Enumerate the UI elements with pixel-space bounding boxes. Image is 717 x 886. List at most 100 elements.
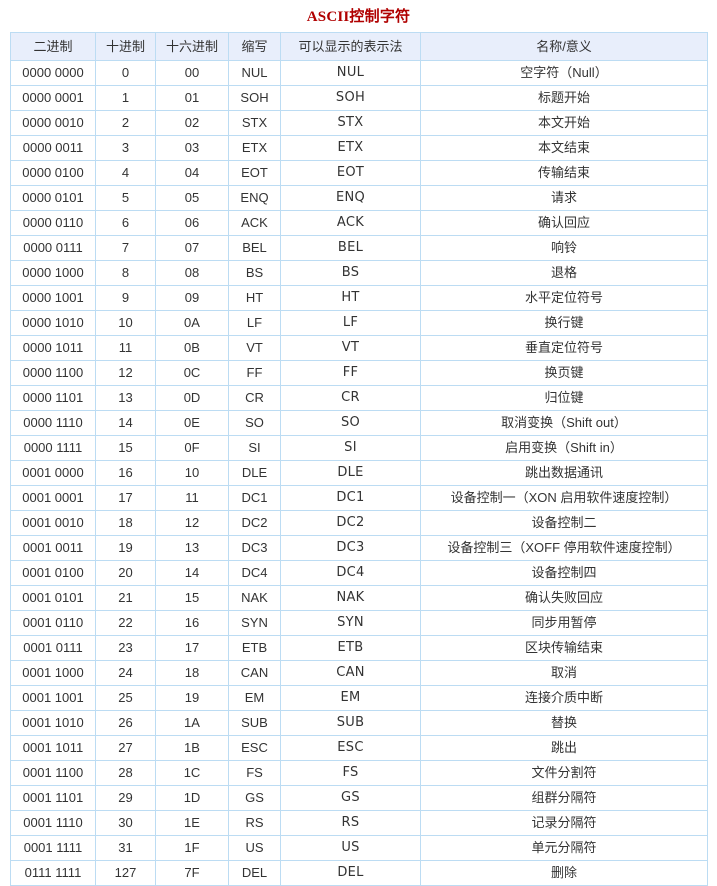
cell-abbr: ETB — [228, 635, 281, 661]
table-row: 0000 0100 4 04 EOT EOT 传输结束 — [10, 160, 708, 186]
cell-binary: 0001 0010 — [10, 510, 96, 536]
cell-decimal: 24 — [95, 660, 156, 686]
cell-binary: 0000 1101 — [10, 385, 96, 411]
cell-decimal: 22 — [95, 610, 156, 636]
cell-hex: 17 — [155, 635, 229, 661]
cell-abbr: DC3 — [228, 535, 281, 561]
table-row: 0001 0010 18 12 DC2 DC2 设备控制二 — [10, 510, 708, 536]
cell-hex: 1D — [155, 785, 229, 811]
column-header-abbr: 缩写 — [228, 32, 281, 61]
cell-decimal: 30 — [95, 810, 156, 836]
cell-abbr: DLE — [228, 460, 281, 486]
cell-display: SUB — [280, 710, 421, 736]
cell-display: FS — [280, 760, 421, 786]
cell-display: DC4 — [280, 560, 421, 586]
cell-display: GS — [280, 785, 421, 811]
cell-hex: 19 — [155, 685, 229, 711]
cell-hex: 14 — [155, 560, 229, 586]
cell-name: 同步用暂停 — [420, 610, 708, 636]
table-row: 0001 1100 28 1C FS FS 文件分割符 — [10, 760, 708, 786]
cell-hex: 15 — [155, 585, 229, 611]
cell-binary: 0001 1111 — [10, 835, 96, 861]
table-row: 0001 1000 24 18 CAN CAN 取消 — [10, 660, 708, 686]
table-row: 0000 0000 0 00 NUL NUL 空字符（Null） — [10, 60, 708, 86]
cell-display: ETX — [280, 135, 421, 161]
cell-name: 取消变换（Shift out） — [420, 410, 708, 436]
cell-display: CR — [280, 385, 421, 411]
cell-abbr: FF — [228, 360, 281, 386]
cell-decimal: 3 — [95, 135, 156, 161]
cell-name: 空字符（Null） — [420, 60, 708, 86]
table-row: 0000 0101 5 05 ENQ ENQ 请求 — [10, 185, 708, 211]
cell-name: 区块传输结束 — [420, 635, 708, 661]
table-row: 0000 0001 1 01 SOH SOH 标题开始 — [10, 85, 708, 111]
cell-decimal: 14 — [95, 410, 156, 436]
cell-abbr: DC4 — [228, 560, 281, 586]
cell-display: DC2 — [280, 510, 421, 536]
cell-decimal: 19 — [95, 535, 156, 561]
cell-hex: 12 — [155, 510, 229, 536]
table-row: 0001 1001 25 19 EM EM 连接介质中断 — [10, 685, 708, 711]
cell-decimal: 12 — [95, 360, 156, 386]
cell-name: 换页键 — [420, 360, 708, 386]
cell-display: RS — [280, 810, 421, 836]
cell-binary: 0000 1100 — [10, 360, 96, 386]
cell-hex: 0F — [155, 435, 229, 461]
cell-hex: 1C — [155, 760, 229, 786]
cell-display: ETB — [280, 635, 421, 661]
column-header-display: 可以显示的表示法 — [280, 32, 421, 61]
cell-display: DC3 — [280, 535, 421, 561]
cell-display: SI — [280, 435, 421, 461]
cell-binary: 0001 1000 — [10, 660, 96, 686]
cell-decimal: 18 — [95, 510, 156, 536]
table-row: 0000 1110 14 0E SO SO 取消变换（Shift out） — [10, 410, 708, 436]
cell-display: DC1 — [280, 485, 421, 511]
table-row: 0000 1111 15 0F SI SI 启用变换（Shift in） — [10, 435, 708, 461]
cell-abbr: ENQ — [228, 185, 281, 211]
cell-hex: 0A — [155, 310, 229, 336]
cell-hex: 0D — [155, 385, 229, 411]
cell-hex: 03 — [155, 135, 229, 161]
cell-binary: 0000 0111 — [10, 235, 96, 261]
cell-abbr: CR — [228, 385, 281, 411]
cell-hex: 10 — [155, 460, 229, 486]
cell-abbr: ESC — [228, 735, 281, 761]
cell-decimal: 10 — [95, 310, 156, 336]
cell-name: 连接介质中断 — [420, 685, 708, 711]
cell-decimal: 31 — [95, 835, 156, 861]
cell-hex: 07 — [155, 235, 229, 261]
table-row: 0001 0100 20 14 DC4 DC4 设备控制四 — [10, 560, 708, 586]
cell-abbr: ETX — [228, 135, 281, 161]
cell-binary: 0001 1011 — [10, 735, 96, 761]
table-row: 0001 1110 30 1E RS RS 记录分隔符 — [10, 810, 708, 836]
cell-binary: 0001 0110 — [10, 610, 96, 636]
table-row: 0000 1010 10 0A LF LF 换行键 — [10, 310, 708, 336]
cell-name: 响铃 — [420, 235, 708, 261]
cell-binary: 0001 1101 — [10, 785, 96, 811]
cell-binary: 0000 1010 — [10, 310, 96, 336]
cell-binary: 0001 0001 — [10, 485, 96, 511]
cell-binary: 0000 0001 — [10, 85, 96, 111]
cell-binary: 0000 0010 — [10, 110, 96, 136]
cell-name: 取消 — [420, 660, 708, 686]
cell-binary: 0000 0000 — [10, 60, 96, 86]
table-row: 0000 0110 6 06 ACK ACK 确认回应 — [10, 210, 708, 236]
cell-decimal: 5 — [95, 185, 156, 211]
cell-hex: 0E — [155, 410, 229, 436]
cell-abbr: EOT — [228, 160, 281, 186]
cell-display: SOH — [280, 85, 421, 111]
cell-decimal: 13 — [95, 385, 156, 411]
cell-abbr: BEL — [228, 235, 281, 261]
table-row: 0000 1100 12 0C FF FF 换页键 — [10, 360, 708, 386]
cell-hex: 09 — [155, 285, 229, 311]
cell-hex: 0C — [155, 360, 229, 386]
table-row: 0000 1001 9 09 HT HT 水平定位符号 — [10, 285, 708, 311]
table-row: 0001 0011 19 13 DC3 DC3 设备控制三（XOFF 停用软件速度控制） — [10, 535, 708, 561]
ascii-control-characters-table: 二进制 十进制 十六进制 缩写 可以显示的表示法 名称/意义 0000 0000… — [10, 32, 708, 886]
cell-decimal: 26 — [95, 710, 156, 736]
cell-display: ACK — [280, 210, 421, 236]
cell-binary: 0000 0011 — [10, 135, 96, 161]
cell-name: 确认失败回应 — [420, 585, 708, 611]
column-header-binary: 二进制 — [10, 32, 96, 61]
cell-display: EOT — [280, 160, 421, 186]
